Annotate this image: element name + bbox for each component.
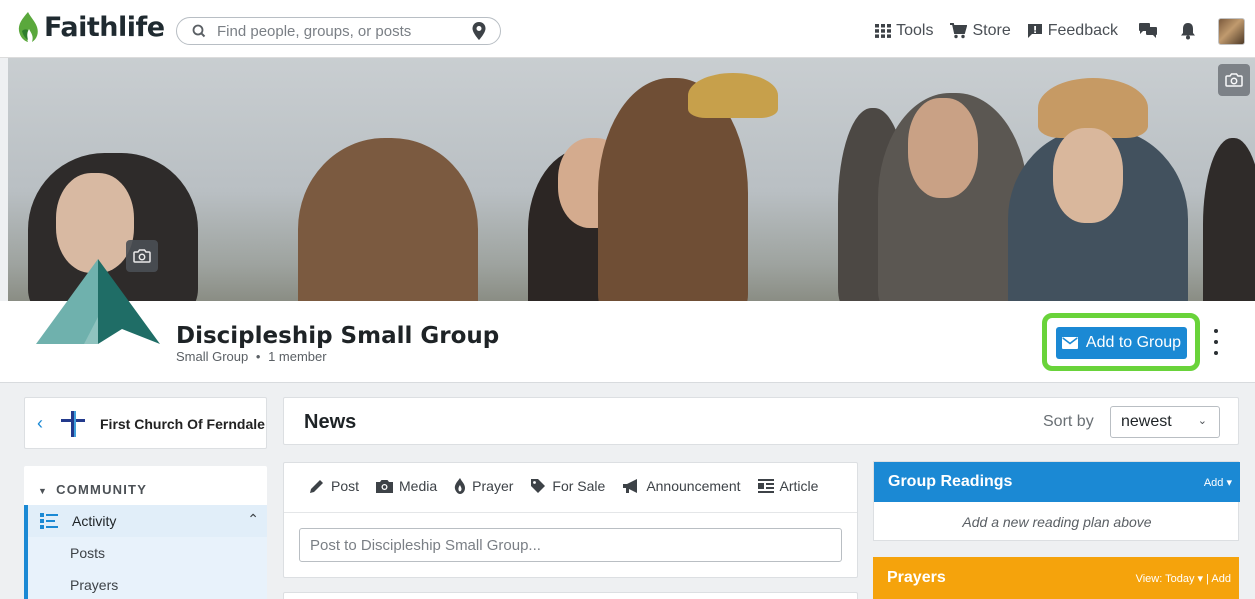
group-type: Small Group [176,349,249,364]
add-reading-plan-button[interactable]: Add ▾ [1204,476,1232,489]
group-readings-title: Group Readings [888,473,1013,490]
camera-icon [1225,73,1243,87]
composer-tabs: Post Media Prayer For Sale Announcement … [309,478,835,494]
post-composer: Post Media Prayer For Sale Announcement … [283,462,858,578]
community-label: COMMUNITY [56,482,148,497]
faithlife-logo[interactable]: Faithlife [16,11,165,43]
composer-divider [284,512,857,513]
sidebar-menu: ▼ COMMUNITY Activity ⌃ Posts Prayers [24,466,267,599]
group-header: Discipleship Small Group Small Group • 1… [0,301,1255,383]
sort-select[interactable]: newest ⌄ [1110,406,1220,438]
church-name: First Church Of Ferndale [100,416,265,432]
camera-icon [376,480,394,493]
tab-article[interactable]: Article [757,478,819,494]
sidebar-item-prayers[interactable]: Prayers [24,569,267,599]
edit-cover-photo-button[interactable] [1218,64,1250,96]
messages-button[interactable] [1138,22,1158,40]
next-post-card [283,592,858,599]
tab-post-label: Post [331,478,360,494]
church-cross-icon [61,411,85,437]
group-readings-panel: Group Readings Add ▾ Add a new reading p… [873,461,1240,541]
tab-prayer-label: Prayer [472,478,514,494]
sidebar-item-activity[interactable]: Activity ⌃ [24,505,267,537]
activity-label: Activity [72,513,117,529]
news-title: News [304,411,357,433]
prayers-view-add-links[interactable]: View: Today ▾ | Add [1136,572,1231,585]
tools-label: Tools [896,22,934,39]
tag-icon [531,479,546,493]
store-menu-button[interactable]: Store [949,22,1011,40]
back-chevron-icon[interactable]: ‹ [37,413,43,434]
logo-text: Faithlife [44,11,165,43]
group-title: Discipleship Small Group [176,323,500,349]
dot [1214,351,1218,355]
tab-announcement[interactable]: Announcement [622,478,741,494]
group-cover-photo [8,58,1255,301]
member-count: 1 member [268,349,327,364]
top-navigation-bar: Faithlife Tools Store [0,0,1255,58]
megaphone-icon [623,479,638,493]
add-to-group-highlight: Add to Group [1042,313,1200,371]
readings-empty-text: Add a new reading plan above [962,514,1152,530]
add-to-group-button[interactable]: Add to Group [1056,327,1187,359]
tab-article-label: Article [779,478,819,494]
edit-group-logo-button[interactable] [126,240,158,272]
more-options-button[interactable] [1210,329,1222,355]
flame-logo-icon [18,12,38,42]
meta-separator: • [255,349,261,364]
tools-menu-button[interactable]: Tools [875,22,933,40]
envelope-icon [1061,337,1078,349]
add-to-group-label: Add to Group [1085,334,1182,351]
cart-icon [950,23,968,39]
parent-church-card[interactable]: ‹ First Church Of Ferndale [24,397,267,449]
sort-by-label: Sort by [1043,413,1094,430]
search-icon [192,24,206,38]
group-meta: Small Group • 1 member [176,349,327,364]
location-pin-icon[interactable] [470,21,488,41]
top-nav-right: Tools Store Feedback [859,17,1245,45]
collapse-triangle-icon: ▼ [38,486,49,496]
chevron-up-icon[interactable]: ⌃ [247,511,259,528]
activity-list-icon [40,513,58,529]
prayers-title: Prayers [887,569,946,586]
search-bar[interactable] [176,17,501,45]
tab-for-sale-label: For Sale [552,478,606,494]
prayers-label: Prayers [70,577,119,593]
chevron-down-icon: ⌄ [1197,415,1207,427]
camera-icon [133,249,151,263]
tab-media-label: Media [399,478,438,494]
post-input[interactable] [299,528,842,562]
chat-bubbles-icon [1139,23,1157,38]
sidebar-item-posts[interactable]: Posts [24,537,267,569]
feedback-label: Feedback [1047,22,1118,39]
posts-label: Posts [70,545,106,561]
bell-icon [1181,23,1195,40]
user-avatar[interactable] [1218,17,1245,45]
dot [1214,329,1218,333]
store-label: Store [972,22,1011,39]
sort-value: newest [1121,413,1172,430]
feedback-button[interactable]: Feedback [1027,22,1118,40]
tab-prayer[interactable]: Prayer [454,478,513,494]
news-header: News Sort by newest ⌄ [283,397,1239,445]
community-section-header[interactable]: ▼ COMMUNITY [38,482,147,497]
dot [1214,340,1218,344]
flame-icon [454,478,466,494]
prayers-panel-header: Prayers View: Today ▾ | Add [873,557,1239,599]
notifications-button[interactable] [1180,22,1196,40]
feedback-flag-icon [1027,24,1042,38]
tab-media[interactable]: Media [376,478,437,494]
article-icon [757,479,774,493]
tab-announcement-label: Announcement [646,478,741,494]
group-readings-header: Group Readings Add ▾ [874,462,1240,502]
tab-for-sale[interactable]: For Sale [530,478,605,494]
pencil-icon [310,480,323,493]
search-input[interactable] [217,22,470,40]
grid-icon [875,24,892,38]
tab-post[interactable]: Post [309,478,359,494]
